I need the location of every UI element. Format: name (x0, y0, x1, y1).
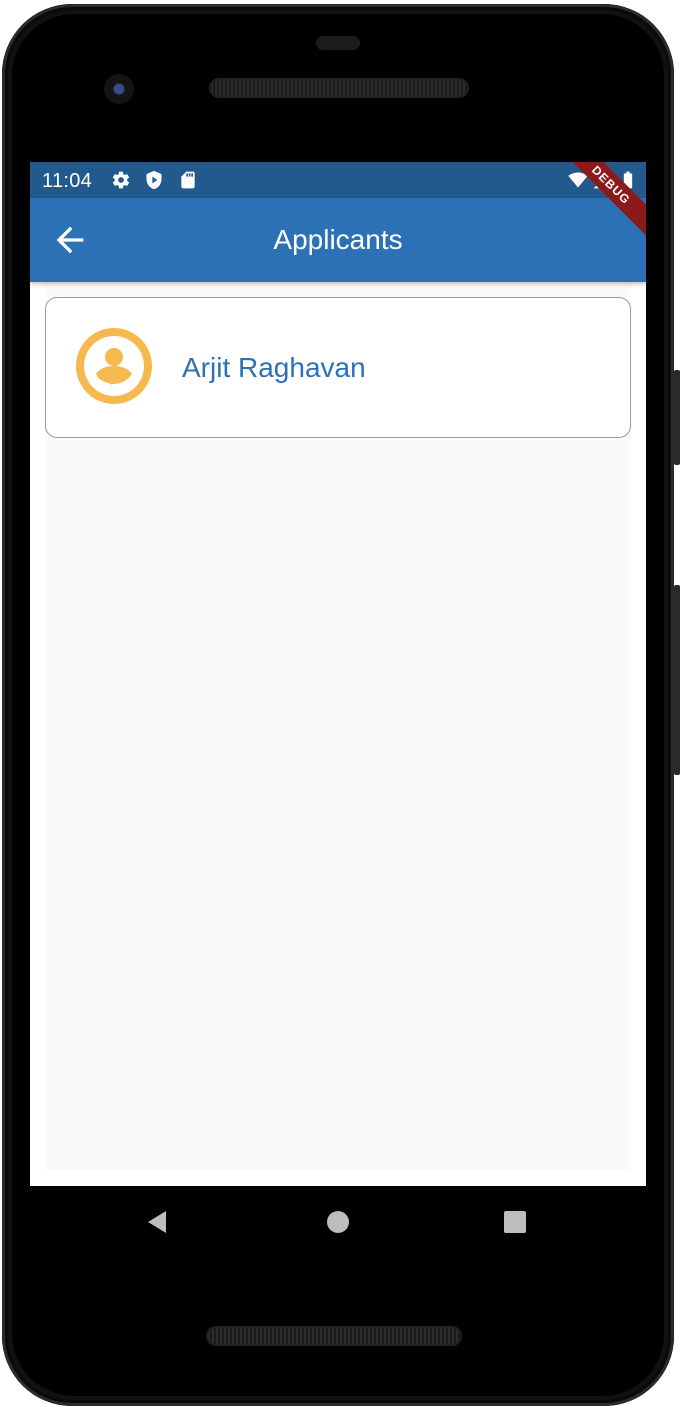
sd-card-icon (181, 171, 195, 189)
status-bar: 11:04 (30, 162, 646, 198)
applicant-list: Arjit Raghavan (45, 282, 631, 1170)
volume-button (674, 370, 680, 465)
person-pin-icon (76, 328, 152, 404)
device-frame: 11:04 DEBUG Applicants Arjit Raghavan (0, 0, 680, 1408)
shield-play-icon (146, 170, 162, 190)
gear-icon (112, 171, 130, 189)
applicant-name: Arjit Raghavan (182, 352, 366, 383)
status-time: 11:04 (42, 170, 93, 192)
app-bar: Applicants (30, 198, 646, 282)
power-button (674, 585, 680, 775)
recents-square-icon[interactable] (501, 1208, 529, 1236)
proximity-sensor (316, 36, 360, 50)
home-circle-icon[interactable] (324, 1208, 352, 1236)
system-nav-bar (30, 1186, 646, 1258)
app-screen: 11:04 DEBUG Applicants Arjit Raghavan (30, 162, 646, 1186)
page-title: Applicants (273, 224, 403, 255)
earpiece-speaker (211, 80, 467, 96)
front-camera (104, 74, 134, 104)
applicant-card[interactable]: Arjit Raghavan (45, 297, 631, 438)
bottom-speaker (208, 1328, 460, 1344)
back-triangle-icon[interactable] (144, 1208, 172, 1236)
